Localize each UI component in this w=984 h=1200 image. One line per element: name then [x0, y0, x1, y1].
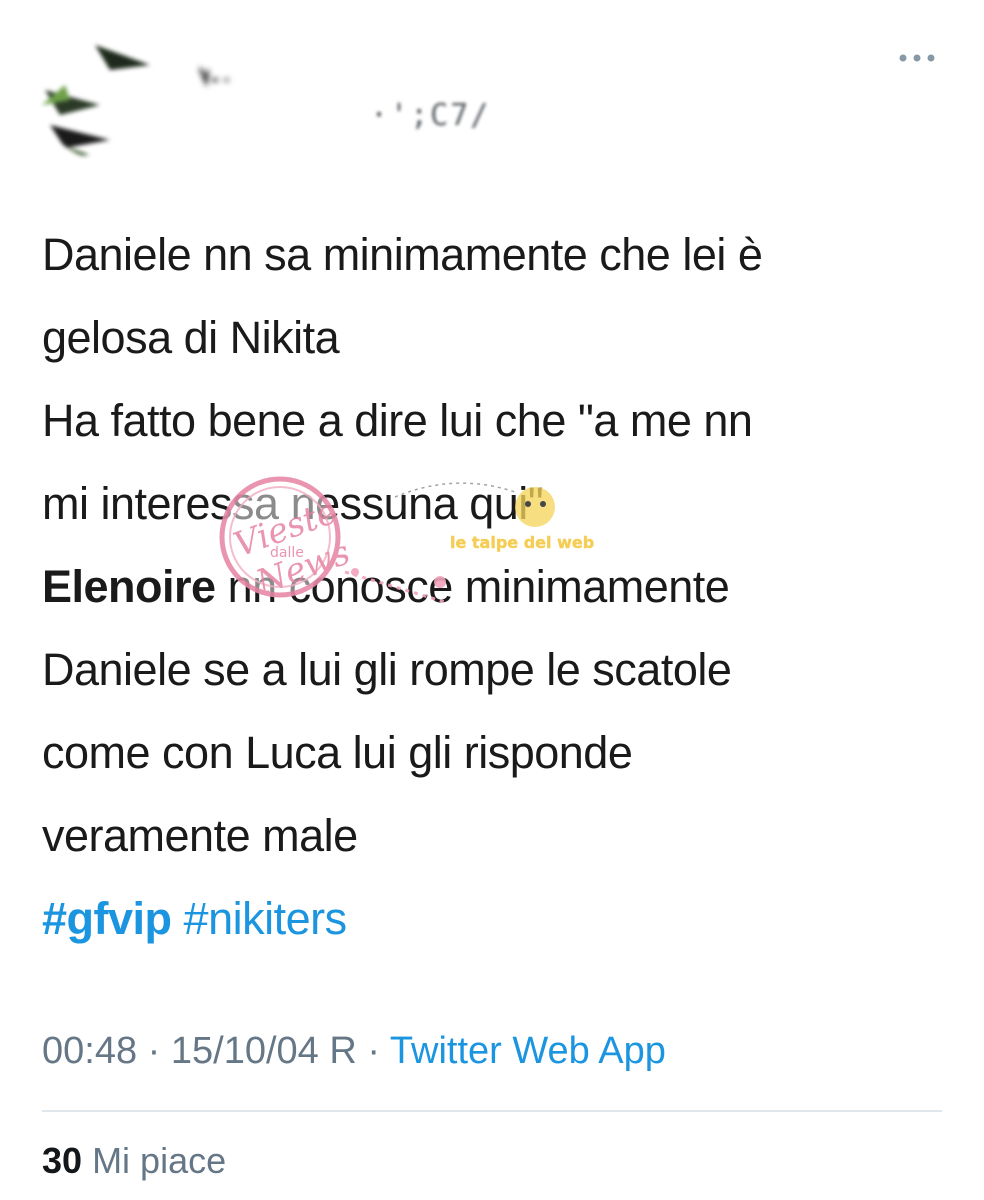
tweet-line: mi interessa nessuna qui": [42, 478, 544, 529]
meta-separator: ·: [137, 1030, 171, 1072]
bold-name: Elenoire: [42, 561, 216, 612]
likes-count[interactable]: 30 Mi piace: [42, 1140, 226, 1182]
tweet-line-rest: nn conosce minimamente: [215, 561, 730, 612]
hashtag-gfvip[interactable]: #gfvip: [42, 893, 172, 944]
likes-number: 30: [42, 1140, 83, 1181]
tweet-header: ·';C7/: [40, 20, 944, 170]
tweet-line: gelosa di Nikita: [42, 312, 340, 363]
tweet-line: Daniele se a lui gli rompe le scatole: [42, 644, 732, 695]
tweet-line: Ha fatto bene a dire lui che "a me nn: [42, 395, 753, 446]
tweet-metadata: 00:48 · 15/10/04 R · Twitter Web App: [42, 1030, 666, 1073]
more-dots-icon[interactable]: [896, 48, 938, 68]
tweet-line: Daniele nn sa minimamente che lei è: [42, 229, 763, 280]
blurred-display-name: [190, 48, 310, 88]
tweet-line: veramente male: [42, 810, 358, 861]
avatar-image: [40, 30, 170, 160]
divider: [42, 1110, 942, 1112]
tweet-time: 00:48: [42, 1030, 138, 1072]
meta-separator: ·: [356, 1030, 390, 1072]
tweet-line: come con Luca lui gli risponde: [42, 727, 633, 778]
tweet-text: Daniele nn sa minimamente che lei è gelo…: [42, 213, 932, 960]
hashtags: #gfvip #nikiters: [42, 877, 932, 960]
blurred-username: ·';C7/: [370, 98, 491, 133]
hashtag-nikiters[interactable]: #nikiters: [184, 893, 348, 944]
tweet-line: Elenoire nn conosce minimamente: [42, 545, 932, 628]
tweet-source-link[interactable]: Twitter Web App: [390, 1030, 666, 1072]
likes-label: Mi piace: [92, 1140, 227, 1181]
tweet-card: ·';C7/ Daniele nn sa minimamente che lei…: [0, 0, 984, 1200]
avatar[interactable]: [40, 30, 170, 160]
tweet-date: 15/10/04 R: [170, 1030, 357, 1072]
